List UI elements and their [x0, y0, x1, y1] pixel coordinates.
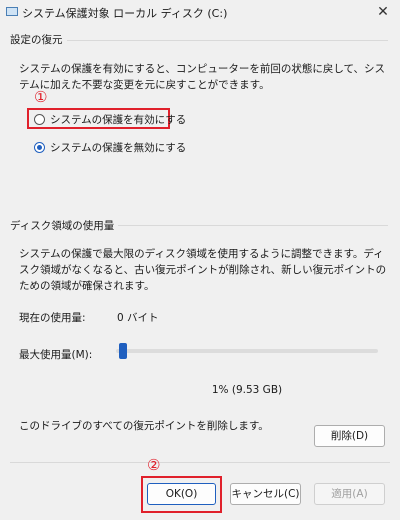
disable-protection-radio[interactable]: システムの保護を無効にする — [34, 140, 186, 155]
ok-button[interactable]: OK(O) — [147, 483, 216, 505]
apply-button[interactable]: 適用(A) — [314, 483, 385, 505]
max-usage-readout: 1% (9.53 GB) — [211, 384, 283, 396]
delete-button[interactable]: 削除(D) — [314, 425, 385, 447]
disable-protection-label: システムの保護を無効にする — [50, 142, 187, 154]
system-properties-icon — [6, 7, 18, 16]
disk-usage-group-title: ディスク領域の使用量 — [10, 218, 119, 233]
annotation-marker-2: ② — [147, 456, 161, 474]
title-bar: システム保護対象 ローカル ディスク (C:) ✕ — [0, 0, 400, 26]
current-usage-label: 現在の使用量: — [19, 312, 86, 324]
cancel-button[interactable]: キャンセル(C) — [230, 483, 301, 505]
max-usage-slider-track[interactable] — [116, 349, 378, 353]
radio-button-selected[interactable] — [34, 142, 45, 153]
disk-usage-description: システムの保護で最大限のディスク領域を使用するように調整できます。ディスク領域が… — [19, 248, 387, 292]
enable-protection-radio[interactable]: システムの保護を有効にする — [34, 112, 186, 127]
annotation-marker-1: ① — [34, 88, 48, 106]
enable-protection-label: システムの保護を有効にする — [50, 114, 187, 126]
current-usage-value: 0 バイト — [117, 312, 159, 324]
restore-settings-group-title: 設定の復元 — [10, 32, 67, 47]
delete-restore-points-text: このドライブのすべての復元ポイントを削除します。 — [19, 420, 269, 432]
footer-divider — [10, 462, 390, 463]
max-usage-slider-thumb[interactable] — [118, 343, 127, 359]
window-title: システム保護対象 ローカル ディスク (C:) — [22, 7, 228, 20]
restore-settings-group-border — [10, 40, 388, 41]
max-usage-label: 最大使用量(M): — [19, 349, 93, 361]
radio-button[interactable] — [34, 114, 45, 125]
close-button[interactable]: ✕ — [372, 2, 394, 22]
restore-settings-description: システムの保護を有効にすると、コンピューターを前回の状態に戻して、システムに加え… — [19, 63, 386, 91]
